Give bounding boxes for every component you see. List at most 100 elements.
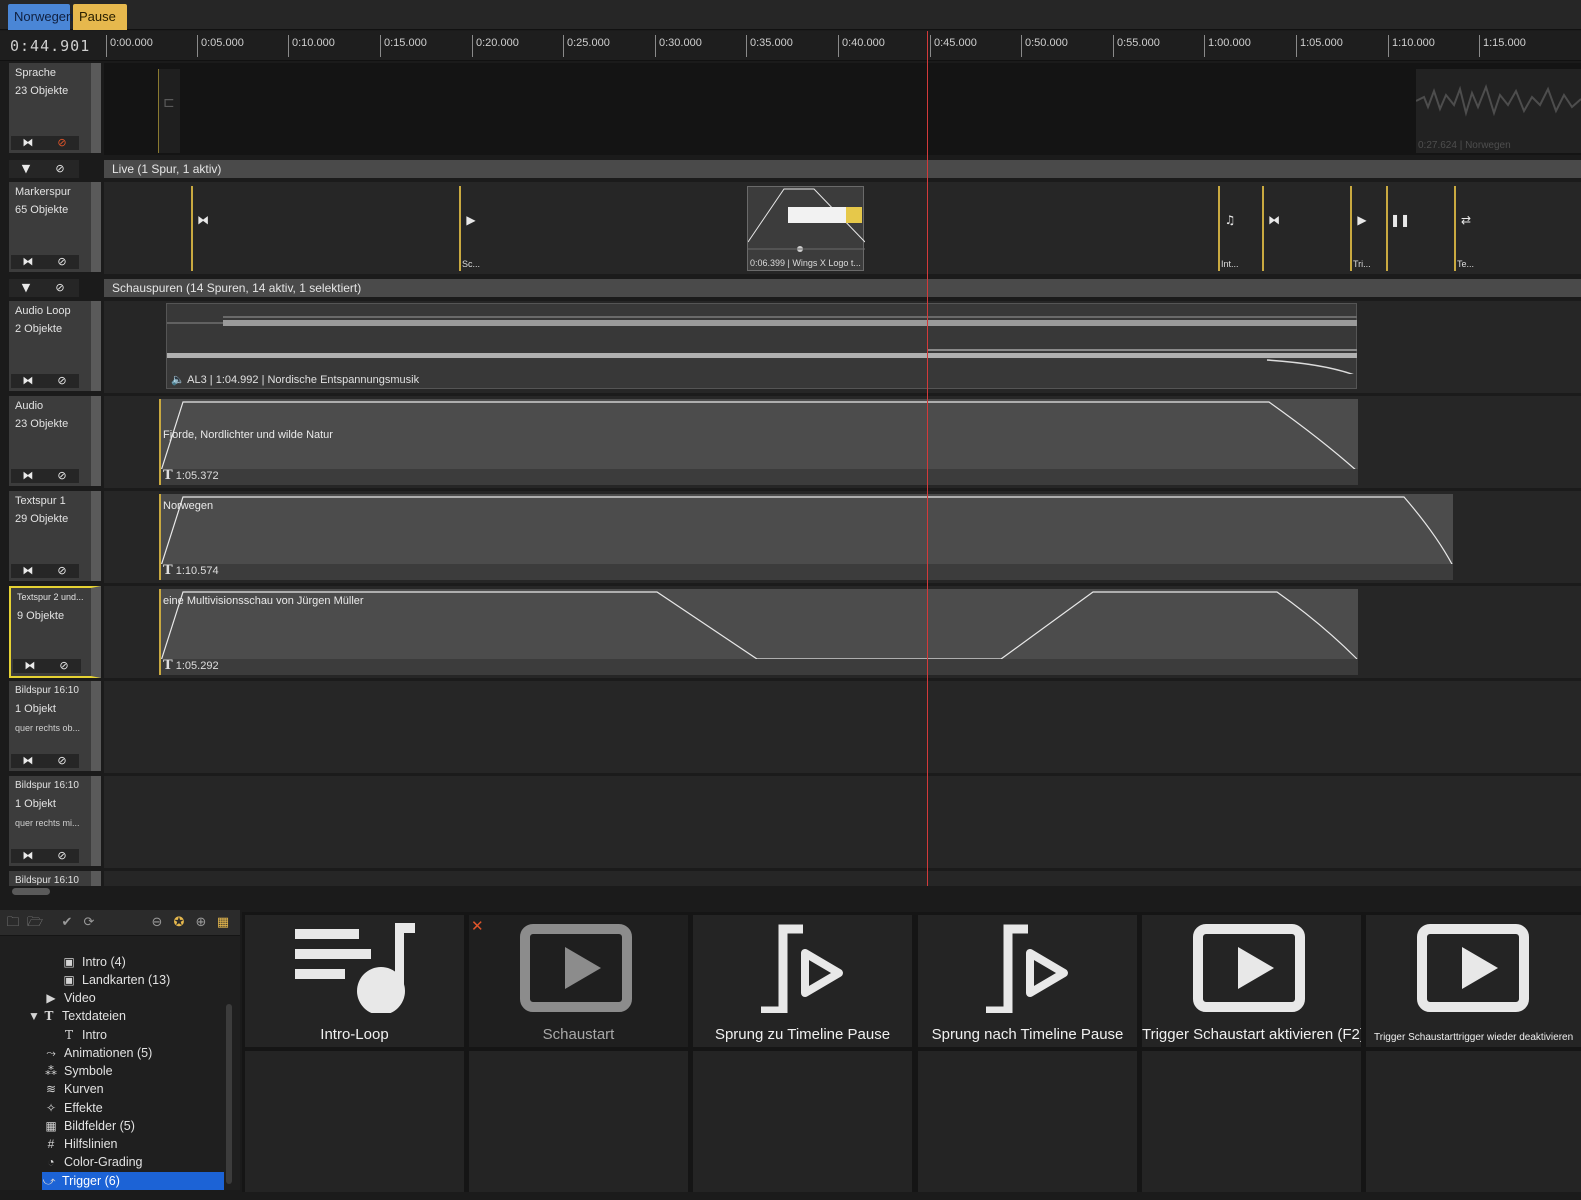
tree-item-intro-images[interactable]: ▣ Intro (4) (62, 953, 125, 971)
speaker-icon: 🔈 (171, 374, 188, 386)
track-buttons: ⧓ ⊘ (11, 469, 79, 483)
playhead[interactable] (927, 31, 928, 886)
marker-clip[interactable]: ⧓ (191, 186, 209, 271)
bowtie-icon[interactable]: ⧓ (11, 849, 45, 863)
plus-circle-icon[interactable]: ⊕ (192, 914, 210, 932)
track-lane-text1[interactable]: Norwegen T 1:10.574 (104, 491, 1581, 583)
text-clip[interactable]: Norwegen T 1:10.574 (159, 494, 1453, 580)
group-header-show[interactable]: Schauspuren (14 Spuren, 14 aktiv, 1 sele… (104, 279, 1581, 297)
tree-item-symbole[interactable]: ⁂ Symbole (44, 1062, 113, 1080)
mute-icon[interactable]: ⊘ (45, 469, 79, 483)
track-header-audio-loop[interactable]: Audio Loop 2 Objekte ⧓ ⊘ (9, 301, 101, 391)
logo-clip[interactable]: 0:06.399 | Wings X Logo t... (747, 186, 866, 271)
mute-icon[interactable]: ⊘ (45, 255, 79, 269)
mute-icon[interactable]: ⊘ (45, 136, 79, 150)
marker-clip[interactable]: ♫ Int... (1218, 186, 1239, 271)
text-icon: T (163, 563, 173, 578)
folder-icon[interactable]: 🗀 (4, 914, 22, 932)
bowtie-icon[interactable]: ⧓ (13, 659, 47, 673)
tree-item-hilfslinien[interactable]: # Hilfslinien (44, 1135, 118, 1153)
mute-icon[interactable]: ⊘ (45, 564, 79, 578)
media-tree[interactable]: ▣ Intro (4) ▣ Landkarten (13) ▶ Video ▼ T Tex… (0, 936, 240, 1190)
track-lane-text2[interactable]: eine Multivisionsschau von Jürgen Müller… (104, 586, 1581, 678)
tree-item-effekte[interactable]: ✧ Effekte (44, 1099, 103, 1117)
star-circle-icon[interactable]: ✪ (170, 914, 188, 932)
ruler-tick: 0:55.000 (1113, 35, 1160, 57)
collapse-chevron-icon[interactable]: ▼ (9, 160, 43, 178)
timeline-scrollbar[interactable] (0, 886, 1581, 898)
tab-pause[interactable]: Pause (73, 4, 127, 30)
tree-scrollbar[interactable] (226, 940, 232, 1186)
collapse-chevron-icon[interactable]: ▼ (9, 279, 43, 297)
marker-clip[interactable]: ▶ Sc... (459, 186, 480, 271)
mute-icon[interactable]: ⊘ (43, 160, 77, 178)
grid-view-icon[interactable]: ▦ (214, 914, 232, 932)
track-header-text1[interactable]: Textspur 1 29 Objekte ⧓ ⊘ (9, 491, 101, 581)
close-icon[interactable]: ✕ (471, 917, 484, 935)
tree-item-video[interactable]: ▶ Video (44, 989, 95, 1007)
tree-item-animationen[interactable]: ⤳ Animationen (5) (44, 1044, 152, 1062)
track-lane-bild1[interactable] (104, 681, 1581, 773)
marker-clip[interactable]: ⇄ Te... (1454, 186, 1474, 271)
time-ruler[interactable]: 0:00.000 0:05.000 0:10.000 0:15.000 0:20… (0, 31, 1581, 61)
track-header-marker[interactable]: Markerspur 65 Objekte ⧓ ⊘ (9, 182, 101, 272)
mute-icon[interactable]: ⊘ (43, 279, 77, 297)
text-clip[interactable]: Fjorde, Nordlichter und wilde Natur T 1:… (159, 399, 1358, 485)
asset-tile[interactable]: Sprung nach Timeline Pause (918, 915, 1137, 1047)
track-header-audio[interactable]: Audio 23 Objekte ⧓ ⊘ (9, 396, 101, 486)
refresh-icon[interactable]: ⟳ (80, 914, 98, 932)
expand-chevron-icon[interactable]: ▼ (28, 1007, 40, 1025)
audio-clip-norwegen[interactable]: 0:27.624 | Norwegen (1415, 69, 1581, 153)
asset-tile[interactable]: Trigger Schaustart aktivieren (F2) (1142, 915, 1361, 1047)
track-area[interactable]: Sprache 23 Objekte ⧓ ⊘ ⊏ 0:27.624 | Norw… (0, 61, 1581, 890)
minus-circle-icon[interactable]: ⊖ (148, 914, 166, 932)
track-header-bild2[interactable]: Bildspur 16:10 1 Objekt quer rechts mi..… (9, 776, 101, 866)
mute-icon[interactable]: ⊘ (45, 374, 79, 388)
clip-duration-text: 1:10.574 (175, 565, 219, 577)
audio-clip[interactable]: ⊏ (158, 69, 180, 153)
track-lane-bild2[interactable] (104, 776, 1581, 868)
audio-loop-clip[interactable]: 🔈 AL3 | 1:04.992 | Nordische Entspannung… (166, 303, 1358, 389)
asset-tile[interactable]: Schaustart (469, 915, 688, 1047)
asset-tile[interactable]: Intro-Loop (245, 915, 464, 1047)
mute-icon[interactable]: ⊘ (45, 849, 79, 863)
track-lane-audio-loop[interactable]: 🔈 AL3 | 1:04.992 | Nordische Entspannung… (104, 301, 1581, 393)
track-header-bild1[interactable]: Bildspur 16:10 1 Objekt quer rechts ob..… (9, 681, 101, 771)
image-icon: ▣ (63, 973, 75, 987)
marker-clip[interactable]: ❚❚ (1386, 186, 1410, 271)
track-header-text2[interactable]: Textspur 2 und... 9 Objekte ⧓ ⊘ (9, 586, 101, 678)
scrollbar-thumb[interactable] (12, 888, 50, 895)
tree-item-color-grading[interactable]: ◔ Color-Grading (44, 1153, 142, 1171)
bowtie-icon[interactable]: ⧓ (11, 136, 45, 150)
scrollbar-thumb[interactable] (226, 1004, 232, 1184)
tree-item-textdateien[interactable]: ▼ T Textdateien (28, 1007, 126, 1025)
tree-item-bildfelder[interactable]: ▦ Bildfelder (5) (44, 1117, 135, 1135)
mute-icon[interactable]: ⊘ (45, 754, 79, 768)
bowtie-icon[interactable]: ⧓ (11, 754, 45, 768)
tree-item-intro-text[interactable]: T Intro (62, 1026, 107, 1044)
track-lane-sprache[interactable]: ⊏ 0:27.624 | Norwegen (104, 63, 1581, 155)
bowtie-icon[interactable]: ⧓ (11, 469, 45, 483)
track-header-sprache[interactable]: Sprache 23 Objekte ⧓ ⊘ (9, 63, 101, 153)
text-clip[interactable]: eine Multivisionsschau von Jürgen Müller… (159, 589, 1358, 675)
asset-tile[interactable]: Trigger Schaustarttrigger wieder deaktiv… (1366, 915, 1581, 1047)
asset-tile[interactable]: Sprung zu Timeline Pause (693, 915, 912, 1047)
track-lane-audio[interactable]: Fjorde, Nordlichter und wilde Natur T 1:… (104, 396, 1581, 488)
bowtie-icon[interactable]: ⧓ (11, 255, 45, 269)
bowtie-icon[interactable]: ⧓ (11, 564, 45, 578)
tree-item-label: Hilfslinien (64, 1137, 118, 1151)
tab-norwegen[interactable]: Norwegen (8, 4, 73, 30)
marker-label: Tri... (1353, 259, 1371, 269)
bowtie-icon[interactable]: ⧓ (11, 374, 45, 388)
marker-clip[interactable]: ▶ Tri... (1350, 186, 1371, 271)
mute-icon[interactable]: ⊘ (47, 659, 81, 673)
tree-item-kurven[interactable]: ≋ Kurven (44, 1080, 104, 1098)
track-object-count: 1 Objekt (15, 703, 56, 715)
group-header-live[interactable]: Live (1 Spur, 1 aktiv) (104, 160, 1581, 178)
asset-grid[interactable]: Intro-Loop Schaustart Sprung zu Timeline… (242, 912, 1581, 1192)
folder-open-icon[interactable]: 🗁 (26, 914, 44, 932)
tree-item-landkarten[interactable]: ▣ Landkarten (13) (62, 971, 170, 989)
marker-clip[interactable]: ⧓ (1262, 186, 1280, 271)
tree-item-trigger[interactable]: ⤻ Trigger (6) (42, 1172, 224, 1190)
check-icon[interactable]: ✔ (58, 914, 76, 932)
